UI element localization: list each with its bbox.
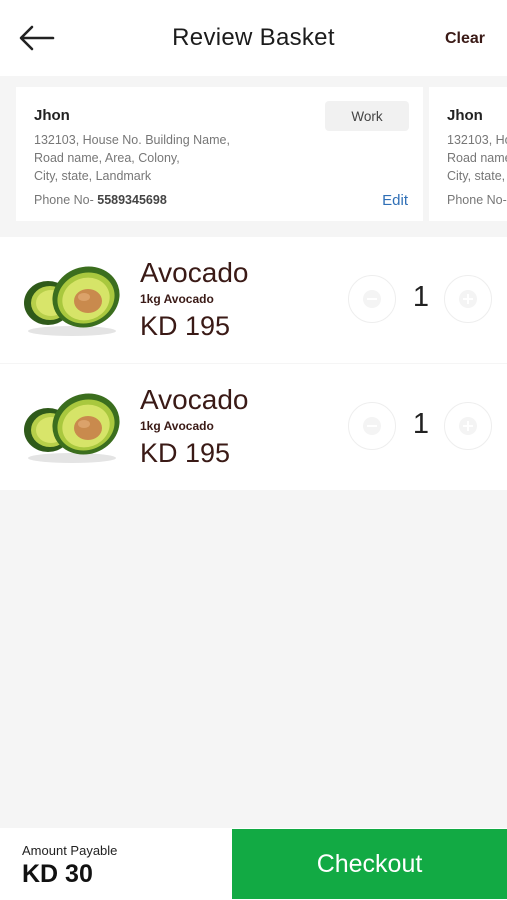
phone-label: Phone No-: [34, 193, 94, 207]
plus-icon: [459, 417, 477, 435]
address-line: City, state, Landmark: [34, 169, 152, 183]
address-card[interactable]: Jhon 132103, House No. Building Name, Ro…: [16, 87, 423, 221]
page-title: Review Basket: [172, 24, 335, 51]
avocado-image: [24, 393, 120, 463]
increase-quantity-button[interactable]: [444, 402, 492, 450]
product-subtitle: 1kg Avocado: [140, 292, 214, 306]
avocado-image: [24, 266, 120, 336]
clear-button[interactable]: Clear: [445, 30, 485, 48]
product-subtitle: 1kg Avocado: [140, 419, 214, 433]
phone-label: Phone No-: [447, 193, 507, 207]
decrease-quantity-button[interactable]: [348, 275, 396, 323]
address-line: Road name, Area, Colony,: [447, 151, 507, 165]
address-card[interactable]: Jhon 132103, House No. Building Name, Ro…: [429, 87, 507, 221]
address-line: Road name, Area, Colony,: [34, 151, 180, 165]
quantity-value: 1: [412, 408, 430, 440]
checkout-footer: Amount Payable KD 30 Checkout: [0, 828, 507, 900]
address-type-tag[interactable]: Work: [325, 101, 409, 131]
quantity-value: 1: [412, 281, 430, 313]
address-lines: 132103, House No. Building Name, Road na…: [34, 131, 405, 185]
address-line: City, state, Landmark: [447, 169, 507, 183]
product-price: KD 195: [140, 311, 231, 341]
address-line: 132103, House No. Building Name,: [34, 133, 230, 147]
address-line: 132103, House No. Building Name,: [447, 133, 507, 147]
phone-number: 5589345698: [97, 193, 167, 207]
minus-icon: [363, 290, 381, 308]
minus-icon: [363, 417, 381, 435]
product-name: Avocado: [140, 384, 249, 415]
increase-quantity-button[interactable]: [444, 275, 492, 323]
address-phone: Phone No- 5589345698: [34, 193, 167, 207]
basket-item: Avocado 1kg Avocado KD 195 1: [0, 364, 507, 490]
basket-item: Avocado 1kg Avocado KD 195 1: [0, 237, 507, 363]
address-lines: 132103, House No. Building Name, Road na…: [447, 131, 507, 185]
product-name: Avocado: [140, 257, 249, 288]
checkout-button[interactable]: Checkout: [232, 829, 507, 899]
decrease-quantity-button[interactable]: [348, 402, 396, 450]
header: Review Basket Clear: [0, 0, 507, 76]
amount-payable-value: KD 30: [22, 860, 93, 888]
address-carousel[interactable]: Jhon 132103, House No. Building Name, Ro…: [0, 76, 507, 232]
address-phone: Phone No- 5589345698: [447, 193, 507, 207]
product-price: KD 195: [140, 438, 231, 468]
amount-payable-label: Amount Payable: [22, 843, 118, 858]
edit-address-button[interactable]: Edit: [382, 192, 408, 209]
plus-icon: [459, 290, 477, 308]
address-name: Jhon: [447, 107, 483, 124]
